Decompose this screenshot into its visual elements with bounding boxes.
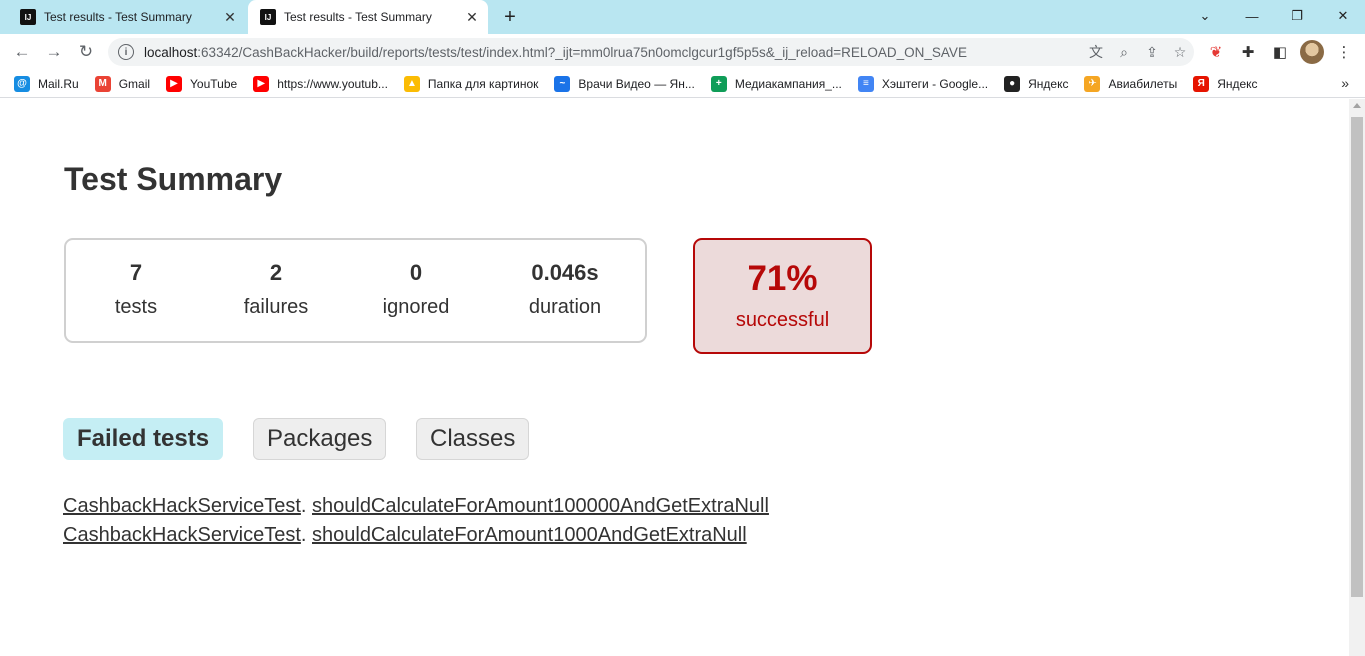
bookmark-label: Папка для картинок	[427, 76, 539, 91]
test-report-page: Test Summary 7 tests 2 failures 0 ignore…	[0, 99, 1349, 656]
bookmark-label: Mail.Ru	[38, 76, 79, 91]
bookmark-item[interactable]: ✈ Авиабилеты	[1084, 75, 1178, 92]
bookmark-item[interactable]: ▶ https://www.youtub...	[253, 75, 388, 92]
reload-button[interactable]: ↻	[72, 38, 100, 66]
bookmark-label: Врачи Видео — Ян...	[578, 76, 695, 91]
bookmark-label: https://www.youtub...	[277, 76, 388, 91]
browser-tab-2[interactable]: IJ Test results - Test Summary ✕	[248, 0, 488, 34]
translate-icon[interactable]: 文	[1082, 38, 1110, 66]
bookmark-label: Медиакампания_...	[734, 76, 842, 91]
tab-title: Test results - Test Summary	[44, 10, 192, 24]
bookmark-star-icon[interactable]: ☆	[1166, 38, 1194, 66]
bookmark-label: Яндекс	[1028, 76, 1069, 91]
back-button[interactable]: ←	[8, 38, 36, 66]
summary-counters: 7 tests 2 failures 0 ignored 0.046s dura…	[64, 238, 647, 343]
new-tab-button[interactable]: +	[498, 5, 522, 29]
extension-magnet-icon[interactable]: ❦	[1204, 40, 1228, 64]
close-icon[interactable]: ✕	[220, 7, 240, 27]
side-panel-icon[interactable]: ◧	[1268, 40, 1292, 64]
close-icon[interactable]: ✕	[462, 7, 482, 27]
test-method-link[interactable]: shouldCalculateForAmount100000AndGetExtr…	[312, 495, 769, 517]
window-close-button[interactable]: ✕	[1328, 2, 1358, 30]
test-class-link[interactable]: CashbackHackServiceTest	[63, 524, 301, 546]
address-bar[interactable]: i localhost:63342/CashBackHacker/build/r…	[108, 38, 1194, 66]
success-rate-label: successful	[735, 309, 830, 331]
forward-button[interactable]: →	[40, 38, 68, 66]
page-scrollbar[interactable]	[1349, 99, 1365, 656]
minimize-button[interactable]: —	[1237, 2, 1267, 30]
list-item: CashbackHackServiceTest. shouldCalculate…	[63, 524, 747, 546]
scroll-up-icon[interactable]	[1353, 103, 1361, 108]
page-title: Test Summary	[64, 161, 283, 197]
extensions-puzzle-icon[interactable]: ✚	[1236, 40, 1260, 64]
bookmark-favicon-icon: +	[710, 75, 727, 92]
bookmarks-bar: @ Mail.Ru M Gmail ▶ YouTube ▶ https://www.youtu…	[0, 70, 1365, 98]
bookmark-item[interactable]: @ Mail.Ru	[14, 75, 79, 92]
tab-title: Test results - Test Summary	[284, 10, 432, 24]
success-rate-box: 71% successful	[693, 238, 872, 354]
menu-kebab-icon[interactable]: ⋮	[1332, 40, 1356, 64]
tab-failed-tests[interactable]: Failed tests	[63, 418, 224, 460]
test-class-link[interactable]: CashbackHackServiceTest	[63, 495, 301, 517]
restore-button[interactable]: ❐	[1282, 2, 1312, 30]
bookmark-item[interactable]: M Gmail	[94, 75, 151, 92]
bookmark-item[interactable]: ▲ Папка для картинок	[403, 75, 539, 92]
success-rate-value: 71%	[747, 259, 818, 298]
list-item: CashbackHackServiceTest. shouldCalculate…	[63, 495, 769, 517]
bookmark-label: Хэштеги - Google...	[881, 76, 989, 91]
avatar[interactable]	[1300, 40, 1324, 64]
bookmark-favicon-icon: ~	[554, 75, 571, 92]
bookmark-label: Авиабилеты	[1108, 76, 1178, 91]
bookmark-favicon-icon: ✈	[1084, 75, 1101, 92]
test-method-link[interactable]: shouldCalculateForAmount1000AndGetExtraN…	[312, 524, 747, 546]
ignored-counter: 0 ignored	[382, 260, 450, 318]
duration-counter: 0.046s duration	[528, 260, 602, 318]
bookmark-item[interactable]: ≡ Хэштеги - Google...	[857, 75, 989, 92]
url-text[interactable]: localhost:63342/CashBackHacker/build/rep…	[144, 45, 1082, 60]
bookmark-item[interactable]: ~ Врачи Видео — Ян...	[554, 75, 695, 92]
chevron-down-icon[interactable]: ⌄	[1190, 2, 1220, 30]
browser-toolbar: ← → ↻ i localhost:63342/CashBackHacker/b…	[0, 34, 1365, 70]
zoom-icon[interactable]: ⌕	[1110, 38, 1138, 66]
bookmark-favicon-icon: M	[94, 75, 111, 92]
bookmark-label: Gmail	[118, 76, 151, 91]
tests-counter: 7 tests	[114, 260, 158, 318]
tab-packages[interactable]: Packages	[253, 418, 387, 460]
intellij-icon: IJ	[260, 9, 276, 25]
share-icon[interactable]: ⇪	[1138, 38, 1166, 66]
bookmark-item[interactable]: ● Яндекс	[1004, 75, 1069, 92]
bookmark-favicon-icon: Я	[1193, 75, 1210, 92]
info-icon[interactable]: i	[118, 44, 134, 60]
bookmark-favicon-icon: ▶	[166, 75, 183, 92]
failed-tests-list: CashbackHackServiceTest. shouldCalculate…	[63, 492, 769, 550]
bookmark-favicon-icon: ▲	[403, 75, 420, 92]
tab-strip: IJ Test results - Test Summary ✕ IJ Test…	[0, 0, 1365, 34]
bookmark-favicon-icon: ●	[1004, 75, 1021, 92]
bookmark-item[interactable]: ▶ YouTube	[166, 75, 238, 92]
bookmark-favicon-icon: @	[14, 75, 30, 92]
bookmark-item[interactable]: + Медиакампания_...	[710, 75, 842, 92]
bookmark-favicon-icon: ▶	[253, 75, 270, 92]
browser-tab-1[interactable]: IJ Test results - Test Summary ✕	[8, 0, 246, 34]
bookmark-label: YouTube	[190, 76, 238, 91]
bookmark-favicon-icon: ≡	[857, 75, 874, 92]
bookmark-item[interactable]: Я Яндекс	[1193, 75, 1258, 92]
scrollbar-thumb[interactable]	[1351, 117, 1363, 597]
more-bookmarks-icon[interactable]: »	[1341, 75, 1349, 91]
bookmark-label: Яндекс	[1217, 76, 1258, 91]
tab-classes[interactable]: Classes	[416, 418, 530, 460]
intellij-icon: IJ	[20, 9, 36, 25]
failures-counter: 2 failures	[243, 260, 309, 318]
